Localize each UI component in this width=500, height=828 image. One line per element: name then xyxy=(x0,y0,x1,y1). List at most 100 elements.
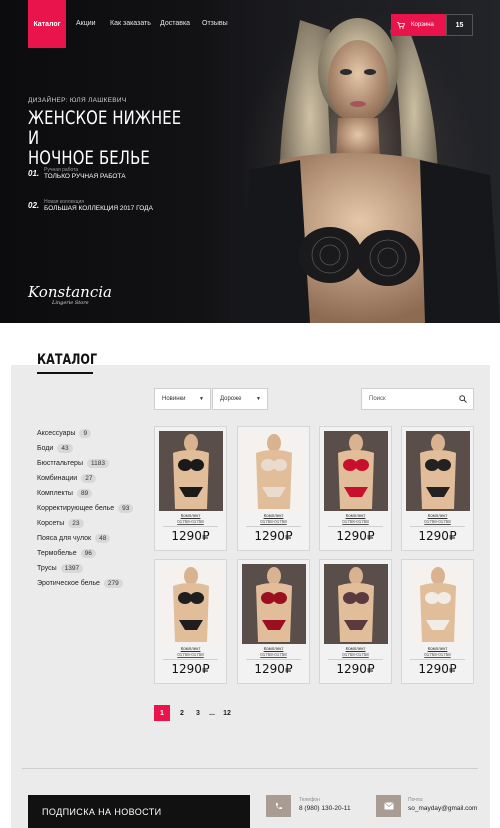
product-sku[interactable]: 01758-01758 xyxy=(155,652,226,657)
search-placeholder: Поиск xyxy=(369,396,386,402)
email-address[interactable]: so_mayday@gmail.com xyxy=(408,805,477,812)
footer-divider xyxy=(22,768,478,769)
product-image[interactable] xyxy=(242,431,306,511)
brand-logo[interactable]: Konstancia xyxy=(28,283,112,301)
product-sku[interactable]: 01758-01758 xyxy=(402,519,473,524)
product-image[interactable] xyxy=(406,564,470,644)
category-count: 279 xyxy=(103,579,123,588)
category-count: 1183 xyxy=(86,459,109,468)
product-name[interactable]: Комплект xyxy=(402,513,473,518)
product-sku[interactable]: 01758-01758 xyxy=(402,652,473,657)
category-label: Аксессуары xyxy=(37,430,76,437)
category-item[interactable]: Пояса для чулок 48 xyxy=(37,531,133,546)
product-image[interactable] xyxy=(159,564,223,644)
category-label: Корсеты xyxy=(37,520,65,527)
category-item[interactable]: Корректирующее белье 93 xyxy=(37,501,134,516)
category-count: 96 xyxy=(80,549,96,558)
phone-number[interactable]: 8 (980) 130-20-11 xyxy=(299,805,351,812)
nav-link-reviews[interactable]: Отзывы xyxy=(202,20,228,27)
hero-banner: Каталог Акции Как заказать Доставка Отзы… xyxy=(0,0,500,323)
category-item[interactable]: Корсеты 23 xyxy=(37,516,133,531)
category-count: 9 xyxy=(79,429,92,438)
category-count: 93 xyxy=(118,504,134,513)
product-name[interactable]: Комплект xyxy=(320,513,391,518)
category-count: 27 xyxy=(81,474,97,483)
nav-catalog-button[interactable]: Каталог xyxy=(28,0,66,48)
product-card[interactable]: Комплект 01758-01758 1290₽ xyxy=(401,559,474,684)
cart-label: Корзина xyxy=(411,22,434,28)
hero-title: ЖЕНСКОЕ НИЖНЕЕ И НОЧНОЕ БЕЛЬЕ xyxy=(28,108,184,168)
product-divider xyxy=(328,659,383,660)
search-input[interactable]: Поиск xyxy=(361,388,474,410)
cart-count-badge[interactable]: 15 xyxy=(446,14,473,36)
pagination-ellipsis: ... xyxy=(209,709,215,717)
product-name[interactable]: Комплект xyxy=(155,646,226,651)
product-price: 1290₽ xyxy=(336,529,375,543)
pagination-page-2[interactable]: 2 xyxy=(175,705,189,721)
category-item[interactable]: Эротическое белье 279 xyxy=(37,576,133,591)
product-sku[interactable]: 01758-01758 xyxy=(238,519,309,524)
product-divider xyxy=(410,526,465,527)
pagination-page-12[interactable]: 12 xyxy=(219,705,235,721)
nav-link-promotions[interactable]: Акции xyxy=(76,20,96,27)
category-item[interactable]: Аксессуары 9 xyxy=(37,426,133,441)
category-item[interactable]: Бюстгальтеры 1183 xyxy=(37,456,133,471)
category-label: Комбинации xyxy=(37,475,78,482)
feature-title: БОЛЬШАЯ КОЛЛЕКЦИЯ 2017 ГОДА xyxy=(44,205,153,212)
product-card[interactable]: Комплект 01758-01758 1290₽ xyxy=(237,559,310,684)
product-name[interactable]: Комплект xyxy=(238,513,309,518)
hero-model-image xyxy=(230,0,500,323)
product-image[interactable] xyxy=(324,431,388,511)
product-name[interactable]: Комплект xyxy=(320,646,391,651)
catalog-heading: КАТАЛОГ xyxy=(37,352,98,368)
subscribe-button[interactable]: ПОДПИСКА НА НОВОСТИ xyxy=(28,795,250,828)
product-image[interactable] xyxy=(159,431,223,511)
category-item[interactable]: Термобелье 96 xyxy=(37,546,133,561)
product-card[interactable]: Комплект 01758-01758 1290₽ xyxy=(319,426,392,551)
category-label: Трусы xyxy=(37,565,57,572)
pagination-page-3[interactable]: 3 xyxy=(191,705,205,721)
category-count: 23 xyxy=(68,519,84,528)
category-count: 89 xyxy=(76,489,93,498)
category-label: Корректирующее белье xyxy=(37,505,115,512)
product-price: 1290₽ xyxy=(171,529,210,543)
product-image[interactable] xyxy=(406,431,470,511)
product-sku[interactable]: 01758-01758 xyxy=(155,519,226,524)
category-item[interactable]: Боди 43 xyxy=(37,441,133,456)
email-label: Почта: xyxy=(408,797,424,803)
product-card[interactable]: Комплект 01758-01758 1290₽ xyxy=(237,426,310,551)
product-card[interactable]: Комплект 01758-01758 1290₽ xyxy=(154,426,227,551)
pagination-page-1[interactable]: 1 xyxy=(154,705,170,721)
category-item[interactable]: Комплекты 89 xyxy=(37,486,133,501)
product-sku[interactable]: 01758-01758 xyxy=(320,652,391,657)
product-image[interactable] xyxy=(242,564,306,644)
product-sku[interactable]: 01758-01758 xyxy=(320,519,391,524)
product-price: 1290₽ xyxy=(418,662,457,676)
category-item[interactable]: Трусы 1397 xyxy=(37,561,133,576)
product-card[interactable]: Комплект 01758-01758 1290₽ xyxy=(154,559,227,684)
sort-price-select[interactable]: Дороже ▼ xyxy=(212,388,268,410)
product-name[interactable]: Комплект xyxy=(155,513,226,518)
category-label: Бюстгальтеры xyxy=(37,460,83,467)
category-count: 43 xyxy=(57,444,73,453)
nav-link-how-to-order[interactable]: Как заказать xyxy=(110,20,151,27)
cart-icon xyxy=(397,21,405,29)
nav-link-delivery[interactable]: Доставка xyxy=(160,20,190,27)
product-card[interactable]: Комплект 01758-01758 1290₽ xyxy=(319,559,392,684)
mail-icon xyxy=(376,795,401,817)
catalog-heading-underline xyxy=(37,372,93,374)
cart-button[interactable]: Корзина xyxy=(391,14,446,36)
feature-title: ТОЛЬКО РУЧНАЯ РАБОТА xyxy=(44,173,126,180)
product-price: 1290₽ xyxy=(418,529,457,543)
product-card[interactable]: Комплект 01758-01758 1290₽ xyxy=(401,426,474,551)
sort-newest-select[interactable]: Новинки ▼ xyxy=(154,388,211,410)
product-divider xyxy=(163,659,218,660)
product-image[interactable] xyxy=(324,564,388,644)
search-icon[interactable] xyxy=(459,395,467,403)
phone-icon xyxy=(266,795,291,817)
product-name[interactable]: Комплект xyxy=(238,646,309,651)
brand-logo-subtitle: Lingerie Store xyxy=(52,300,89,306)
category-item[interactable]: Комбинации 27 xyxy=(37,471,133,486)
product-sku[interactable]: 01758-01758 xyxy=(238,652,309,657)
product-name[interactable]: Комплект xyxy=(402,646,473,651)
